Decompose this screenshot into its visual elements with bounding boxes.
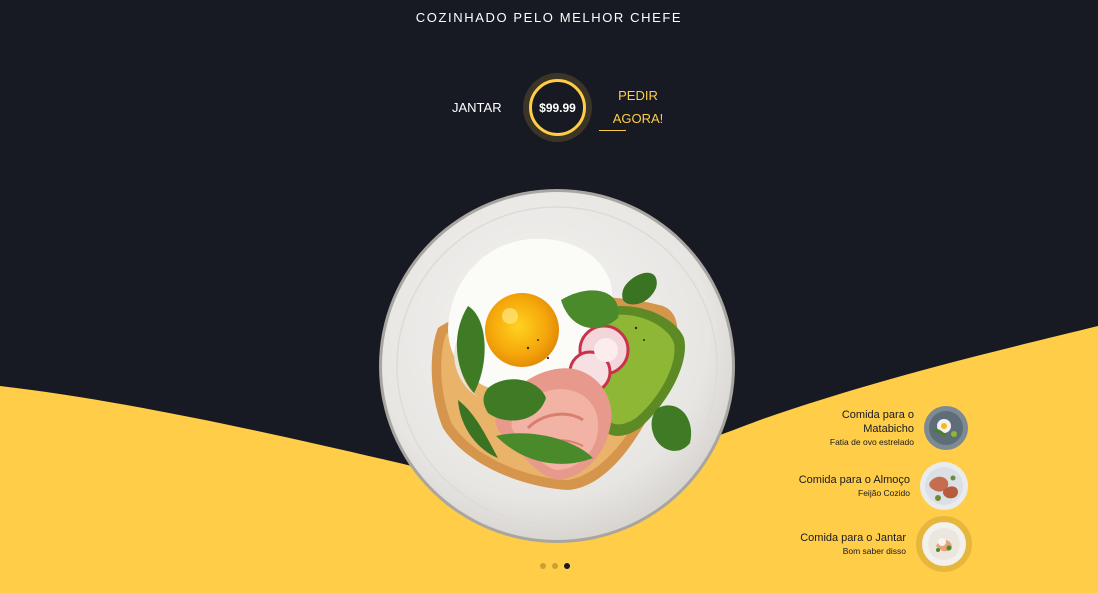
- carousel-dots: [540, 563, 576, 569]
- carousel-dot-2[interactable]: [552, 563, 558, 569]
- carousel-dot-3[interactable]: [564, 563, 570, 569]
- menu-item-subtitle: Bom saber disso: [842, 546, 906, 556]
- carousel-dot-1[interactable]: [540, 563, 546, 569]
- order-now-line2: AGORA!: [612, 111, 664, 126]
- menu-item-text: Comida para o Matabicho Fatia de ovo est…: [830, 408, 914, 448]
- hero-section: COZINHADO PELO MELHOR CHEFE JANTAR $99.9…: [0, 0, 1098, 593]
- price-badge: $99.99: [523, 73, 592, 142]
- breakfast-dish-thumbnail: [924, 406, 968, 450]
- menu-item-subtitle: Fatia de ovo estrelado: [829, 437, 914, 447]
- active-thumbnail-ring: [916, 516, 972, 572]
- menu-item-title: Comida para o Almoço: [798, 474, 910, 486]
- menu-item-dinner[interactable]: Comida para o Jantar Bom saber disso: [800, 516, 990, 572]
- menu-item-title: Comida para o Jantar: [800, 532, 906, 544]
- price-value: $99.99: [529, 79, 586, 136]
- meal-type-label: JANTAR: [452, 100, 502, 115]
- dinner-dish-thumbnail: [922, 522, 966, 566]
- lunch-dish-thumbnail: [920, 462, 968, 510]
- menu-item-title-line2: Matabicho: [863, 423, 914, 435]
- menu-item-text: Comida para o Almoço Feijão Cozido: [799, 473, 910, 499]
- hero-tagline: COZINHADO PELO MELHOR CHEFE: [415, 10, 683, 25]
- order-underline: [599, 130, 626, 131]
- order-now-link[interactable]: PEDIR AGORA!: [604, 84, 672, 130]
- menu-item-title: Comida para o: [841, 409, 914, 421]
- main-dish-image: [379, 189, 735, 543]
- menu-item-breakfast[interactable]: Comida para o Matabicho Fatia de ovo est…: [830, 406, 990, 450]
- menu-item-text: Comida para o Jantar Bom saber disso: [800, 531, 906, 557]
- order-now-line1: PEDIR: [618, 88, 658, 103]
- menu-item-subtitle: Feijão Cozido: [858, 488, 910, 498]
- menu-item-lunch[interactable]: Comida para o Almoço Feijão Cozido: [799, 462, 990, 510]
